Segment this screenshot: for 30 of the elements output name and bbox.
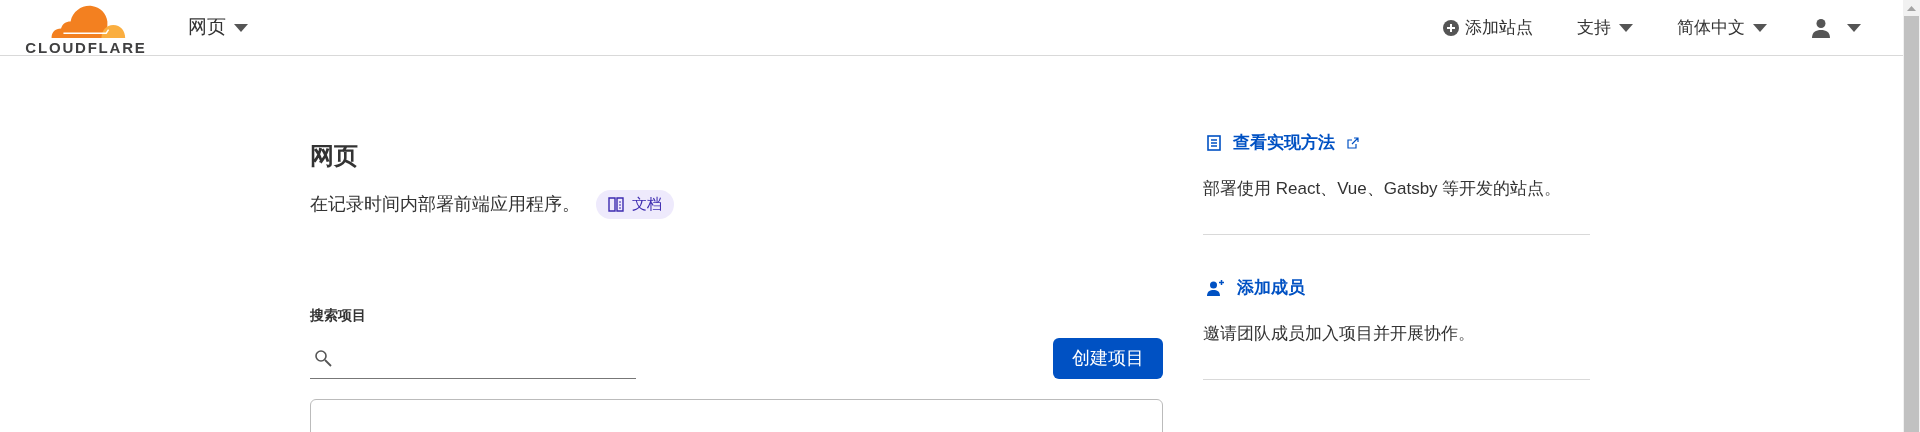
add-site-button[interactable]: 添加站点 <box>1443 14 1533 41</box>
dropdown-menu-button[interactable]: 简体中文 <box>1677 14 1767 41</box>
side-link[interactable]: 添加成员 <box>1237 275 1305 301</box>
scrollbar[interactable] <box>1903 0 1920 432</box>
caret-icon <box>1619 23 1633 32</box>
user-icon <box>1811 17 1831 38</box>
side-link[interactable]: 查看实现方法 <box>1233 130 1335 156</box>
search-label: 搜索项目 <box>310 305 367 325</box>
plus-circle-icon <box>1443 19 1459 36</box>
external-link-icon <box>1347 136 1359 149</box>
caret-icon <box>1753 23 1767 32</box>
docs-badge[interactable]: 文档 <box>596 190 674 219</box>
caret-icon <box>234 23 248 32</box>
nav-dropdown[interactable]: 网页 <box>188 13 248 42</box>
document-icon <box>1207 134 1221 151</box>
account-menu-button[interactable] <box>1811 17 1861 38</box>
caret-icon <box>1847 23 1861 32</box>
page-description: 在记录时间内部署前端应用程序。 <box>310 192 580 216</box>
page-title: 网页 <box>310 144 359 168</box>
dropdown-menu-button[interactable]: 支持 <box>1577 14 1633 41</box>
side-description: 邀请团队成员加入项目并开展协作。 <box>1203 322 1476 345</box>
scroll-up-icon <box>1907 6 1916 11</box>
add-user-icon <box>1207 279 1225 296</box>
logo-wordmark: CLOUDFLARE <box>25 40 147 55</box>
open-book-icon <box>608 196 624 212</box>
create-project-button[interactable]: 创建项目 <box>1053 337 1163 379</box>
search-icon <box>314 349 332 367</box>
logo[interactable]: CLOUDFLARE <box>20 0 152 55</box>
scrollbar-thumb[interactable] <box>1904 16 1919 432</box>
side-description: 部署使用 React、Vue、Gatsby 等开发的站点。 <box>1203 177 1563 200</box>
